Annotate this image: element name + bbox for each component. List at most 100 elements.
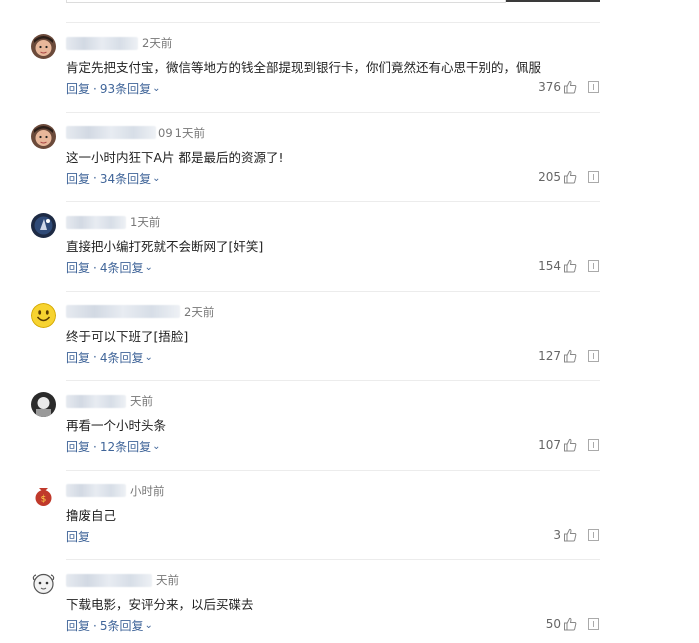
comment-time: 2天前 <box>142 36 173 50</box>
report-icon[interactable] <box>588 81 599 93</box>
thumb-up-icon[interactable] <box>563 617 577 631</box>
like-count: 376 <box>538 80 561 94</box>
comment-text: 直接把小编打死就不会断网了[奸笑] <box>66 239 264 254</box>
like-count: 50 <box>545 617 561 631</box>
comment-time: 天前 <box>156 573 179 587</box>
svg-text:$: $ <box>41 494 47 504</box>
thumb-up-icon[interactable] <box>563 170 577 184</box>
separator-dot: · <box>93 171 97 185</box>
view-replies-link[interactable]: 93条回复 <box>100 80 151 97</box>
comment-text: 这一小时内狂下A片 都是最后的资源了! <box>66 149 284 165</box>
like-count: 3 <box>553 527 561 542</box>
like-button[interactable]: 205 <box>538 170 577 184</box>
comment-item: 天前 下载电影，安评分来，以后买碟去 回复 · 5条回复 ⌄ 50 <box>0 560 699 643</box>
comment-time: 小时前 <box>130 483 165 498</box>
comment-text: 终于可以下班了[捂脸] <box>66 328 189 344</box>
like-button[interactable]: 376 <box>538 80 577 94</box>
separator-dot: · <box>93 260 97 275</box>
comment-item: 2天前 终于可以下班了[捂脸] 回复 · 4条回复 ⌄ 127 <box>0 292 699 381</box>
comment-list: 2天前 肯定先把支付宝，微信等地方的钱全部提现到银行卡，你们竟然还有心思干别的，… <box>0 23 699 643</box>
username-masked[interactable] <box>66 394 126 408</box>
view-replies-link[interactable]: 4条回复 <box>100 349 144 366</box>
separator-dot: · <box>93 350 97 364</box>
comment-time: 1天前 <box>130 215 161 229</box>
submit-comment-button[interactable] <box>506 0 600 2</box>
comment-meta: 09 1天前 <box>66 125 205 141</box>
avatar-person-face-icon[interactable] <box>31 34 56 59</box>
avatar-smiley-icon[interactable] <box>31 302 56 328</box>
comment-text: 撸废自己 <box>66 507 117 523</box>
report-icon[interactable] <box>588 260 599 272</box>
avatar-dark-moon-icon[interactable] <box>31 213 56 238</box>
comment-actions: 回复 <box>66 528 90 545</box>
comment-item: 天前 再看一个小时头条 回复 · 12条回复 ⌄ 107 <box>0 381 699 471</box>
username-masked[interactable] <box>66 215 126 229</box>
avatar-money-bag-icon[interactable]: $ <box>31 481 56 507</box>
username-masked[interactable] <box>66 305 180 318</box>
reply-link[interactable]: 回复 <box>66 80 90 97</box>
like-button[interactable]: 154 <box>538 259 577 273</box>
comment-meta: 2天前 <box>66 304 214 320</box>
comment-meta: 小时前 <box>66 483 165 499</box>
view-replies-link[interactable]: 4条回复 <box>100 259 144 276</box>
comment-actions: 回复 · 34条回复 ⌄ <box>66 170 161 187</box>
chevron-down-icon[interactable]: ⌄ <box>152 441 160 452</box>
separator-dot: · <box>93 81 97 96</box>
report-icon[interactable] <box>588 528 599 541</box>
thumb-up-icon[interactable] <box>563 259 577 273</box>
reply-link[interactable]: 回复 <box>66 170 90 187</box>
chevron-down-icon[interactable]: ⌄ <box>144 620 152 631</box>
chevron-down-icon[interactable]: ⌄ <box>144 352 152 363</box>
comment-actions: 回复 · 93条回复 ⌄ <box>66 80 161 97</box>
username-tail: 09 <box>158 125 173 140</box>
reply-link[interactable]: 回复 <box>66 528 90 545</box>
reply-link[interactable]: 回复 <box>66 349 90 366</box>
like-button[interactable]: 107 <box>538 438 577 452</box>
report-icon[interactable] <box>588 618 599 630</box>
thumb-up-icon[interactable] <box>563 80 577 94</box>
chevron-down-icon[interactable]: ⌄ <box>152 83 160 94</box>
chevron-down-icon[interactable]: ⌄ <box>152 173 160 184</box>
comment-actions: 回复 · 4条回复 ⌄ <box>66 349 153 366</box>
comment-meta: 天前 <box>66 393 153 409</box>
comment-meta: 2天前 <box>66 35 172 51</box>
report-icon[interactable] <box>588 439 599 451</box>
like-button[interactable]: 127 <box>538 349 577 363</box>
view-replies-link[interactable]: 5条回复 <box>100 617 144 634</box>
view-replies-link[interactable]: 12条回复 <box>100 438 151 455</box>
thumb-up-icon[interactable] <box>563 438 577 452</box>
avatar-cartoon-sheep-icon[interactable] <box>31 571 56 596</box>
report-icon[interactable] <box>588 170 599 183</box>
comment-meta: 天前 <box>66 572 179 588</box>
chevron-down-icon[interactable]: ⌄ <box>144 262 152 273</box>
comment-input[interactable] <box>66 0 506 3</box>
thumb-up-icon[interactable] <box>563 349 577 363</box>
username-masked[interactable] <box>66 126 156 139</box>
comment-time: 2天前 <box>184 304 215 319</box>
separator-dot: · <box>93 439 97 454</box>
like-count: 107 <box>538 438 561 452</box>
comment-time: 天前 <box>130 394 153 408</box>
username-masked[interactable] <box>66 573 152 587</box>
like-button[interactable]: 50 <box>546 617 577 631</box>
comment-actions: 回复 · 12条回复 ⌄ <box>66 438 161 455</box>
comment-text: 再看一个小时头条 <box>66 418 167 433</box>
comment-actions: 回复 · 5条回复 ⌄ <box>66 617 153 634</box>
like-button[interactable]: 3 <box>553 528 577 542</box>
like-count: 127 <box>538 348 561 363</box>
reply-link[interactable]: 回复 <box>66 259 90 276</box>
separator-dot: · <box>93 618 97 633</box>
username-masked[interactable] <box>66 36 138 50</box>
avatar-dark-portrait-icon[interactable] <box>31 392 56 417</box>
comment-item: 1天前 直接把小编打死就不会断网了[奸笑] 回复 · 4条回复 ⌄ 154 <box>0 202 699 292</box>
thumb-up-icon[interactable] <box>563 528 577 542</box>
reply-link[interactable]: 回复 <box>66 617 90 634</box>
comment-meta: 1天前 <box>66 214 160 230</box>
report-icon[interactable] <box>588 349 599 362</box>
reply-link[interactable]: 回复 <box>66 438 90 455</box>
avatar-person-face-icon[interactable] <box>31 123 56 149</box>
comment-item: $ 小时前 撸废自己 回复 3 <box>0 471 699 560</box>
comment-text: 下载电影，安评分来，以后买碟去 <box>66 597 254 612</box>
view-replies-link[interactable]: 34条回复 <box>100 170 151 187</box>
username-masked[interactable] <box>66 484 126 497</box>
